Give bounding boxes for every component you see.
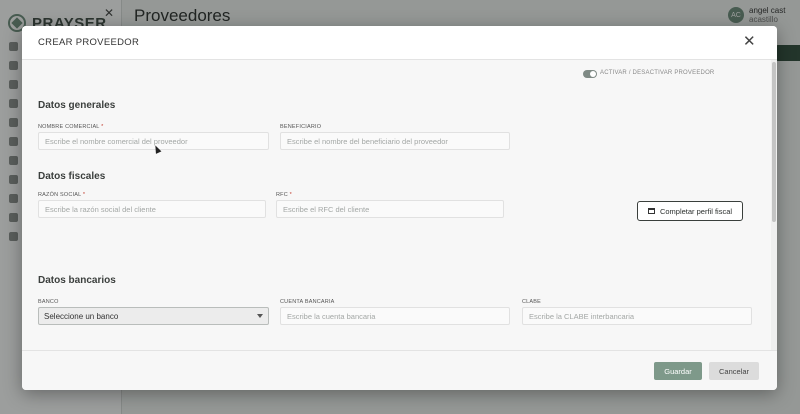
commercial-name-label-text: NOMBRE COMERCIAL (38, 124, 100, 130)
chevron-down-icon (257, 314, 263, 318)
scroll-thumb[interactable] (772, 62, 776, 222)
bank-label: BANCO (38, 299, 59, 305)
section-general-title: Datos generales (38, 100, 116, 111)
clabe-input[interactable]: Escribe la CLABE interbancaria (522, 307, 752, 325)
section-bank-title: Datos bancarios (38, 275, 116, 286)
required-mark: * (82, 192, 86, 198)
commercial-name-label: NOMBRE COMERCIAL * (38, 124, 103, 130)
bank-label-text: BANCO (38, 299, 59, 305)
save-button[interactable]: Guardar (654, 362, 702, 380)
account-input[interactable]: Escribe la cuenta bancaria (280, 307, 510, 325)
cancel-button[interactable]: Cancelar (709, 362, 759, 380)
beneficiary-input[interactable]: Escribe el nombre del beneficiario del p… (280, 132, 510, 150)
bank-select-value: Seleccione un banco (44, 311, 119, 321)
social-reason-label: RAZÓN SOCIAL * (38, 192, 85, 198)
complete-fiscal-profile-label: Completar perfil fiscal (659, 206, 733, 216)
social-reason-label-text: RAZÓN SOCIAL (38, 192, 82, 198)
active-toggle-label: ACTIVAR / DESACTIVAR PROVEEDOR (600, 70, 715, 76)
beneficiary-label: BENEFICIARIO (280, 124, 321, 130)
beneficiary-label-text: BENEFICIARIO (280, 124, 322, 130)
bank-icon (647, 208, 655, 214)
modal-footer: Guardar Cancelar (22, 350, 777, 390)
active-toggle[interactable] (583, 70, 597, 78)
social-reason-input[interactable]: Escribe la razón social del cliente (38, 200, 266, 218)
section-fiscal-title: Datos fiscales (38, 171, 106, 182)
close-icon[interactable]: ✕ (743, 34, 756, 49)
modal-header: CREAR PROVEEDOR ✕ (22, 26, 777, 60)
clabe-label: CLABE (522, 299, 541, 305)
rfc-input[interactable]: Escribe el RFC del cliente (276, 200, 504, 218)
modal-scrollbar[interactable] (771, 60, 777, 350)
rfc-label-text: RFC (276, 192, 288, 198)
modal-title: CREAR PROVEEDOR (38, 37, 140, 48)
account-label-text: CUENTA BANCARIA (280, 299, 335, 305)
complete-fiscal-profile-button[interactable]: Completar perfil fiscal (637, 201, 743, 221)
account-label: CUENTA BANCARIA (280, 299, 335, 305)
clabe-label-text: CLABE (522, 299, 542, 305)
required-mark: * (289, 192, 292, 198)
bank-select[interactable]: Seleccione un banco (38, 307, 269, 325)
create-provider-modal: CREAR PROVEEDOR ✕ ACTIVAR / DESACTIVAR P… (22, 26, 777, 390)
required-mark: * (101, 124, 104, 130)
rfc-label: RFC * (276, 192, 292, 198)
